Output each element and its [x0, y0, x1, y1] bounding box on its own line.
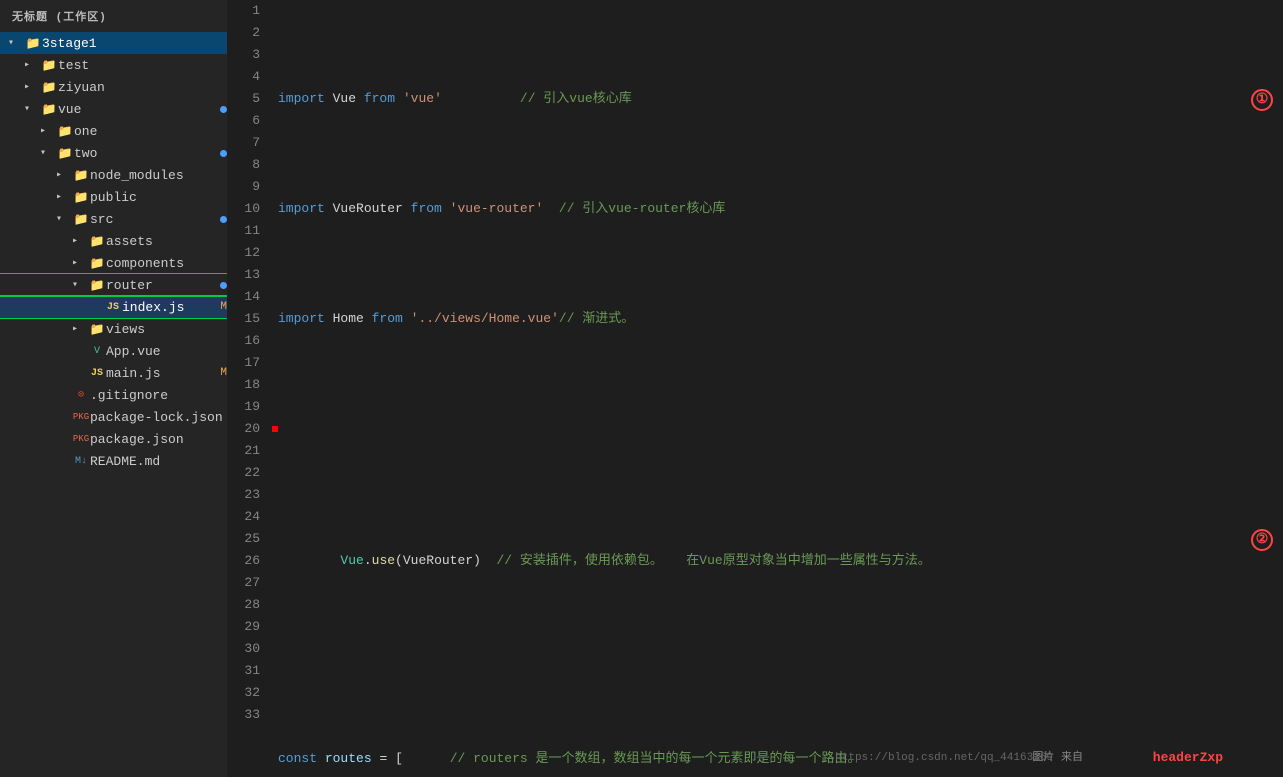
folder-icon-assets: 📁 [88, 234, 106, 249]
label-readme: README.md [90, 454, 227, 469]
label-one: one [74, 124, 227, 139]
label-main-js: main.js [106, 366, 214, 381]
badge-vue [220, 106, 227, 113]
js-icon-main: JS [88, 368, 106, 379]
label-package-lock: package-lock.json [90, 410, 227, 425]
folder-icon-node-modules: 📁 [72, 168, 90, 183]
chevron-ziyuan [24, 81, 40, 93]
chevron-node-modules [56, 169, 72, 181]
label-ziyuan: ziyuan [58, 80, 227, 95]
code-line-6 [278, 638, 1283, 660]
chevron-3stage1 [8, 37, 24, 49]
chevron-one [40, 125, 56, 137]
label-vue: vue [58, 102, 216, 117]
code-line-3: import Home from '../views/Home.vue'// 渐… [278, 308, 1283, 330]
sidebar-item-3stage1[interactable]: 📁 3stage1 [0, 32, 227, 54]
badge-two [220, 150, 227, 157]
pkg-icon-lock: PKG [72, 412, 90, 422]
sidebar-item-gitignore[interactable]: ⊙ .gitignore [0, 384, 227, 406]
chevron-public [56, 191, 72, 203]
label-gitignore: .gitignore [90, 388, 227, 403]
label-app-vue: App.vue [106, 344, 227, 359]
sidebar-item-app-vue[interactable]: V App.vue [0, 340, 227, 362]
code-line-4 [278, 418, 1283, 440]
folder-icon-3stage1: 📁 [24, 36, 42, 51]
sidebar-item-index-js[interactable]: JS index.js M [0, 296, 227, 318]
chevron-router [72, 279, 88, 291]
folder-icon-public: 📁 [72, 190, 90, 205]
sidebar-item-public[interactable]: 📁 public [0, 186, 227, 208]
badge-router [220, 282, 227, 289]
annotation-2: ② [1251, 529, 1273, 551]
label-components: components [106, 256, 227, 271]
code-line-7: const routes = [ // routers 是一个数组，数组当中的每… [278, 748, 1283, 770]
annotation-1: ① [1251, 89, 1273, 111]
sidebar-item-package-json[interactable]: PKG package.json [0, 428, 227, 450]
chevron-views [72, 323, 88, 335]
sidebar-item-test[interactable]: 📁 test [0, 54, 227, 76]
code-line-1: import Vue from 'vue' // 引入vue核心库 ① [278, 88, 1283, 110]
sidebar-item-views[interactable]: 📁 views [0, 318, 227, 340]
editor: 1 2 3 4 5 6 7 8 9 10 11 12 13 14 15 16 1… [228, 0, 1283, 777]
folder-icon-one: 📁 [56, 124, 74, 139]
js-icon-index: JS [104, 302, 122, 313]
folder-icon-components: 📁 [88, 256, 106, 271]
label-index-js: index.js [122, 300, 214, 315]
vue-icon-app: V [88, 346, 106, 357]
sidebar-item-ziyuan[interactable]: 📁 ziyuan [0, 76, 227, 98]
label-assets: assets [106, 234, 227, 249]
sidebar-item-readme[interactable]: M↓ README.md [0, 450, 227, 472]
folder-icon-test: 📁 [40, 58, 58, 73]
label-router: router [106, 278, 216, 293]
label-src: src [90, 212, 216, 227]
folder-icon-views: 📁 [88, 322, 106, 337]
red-marker-4 [272, 426, 278, 432]
label-two: two [74, 146, 216, 161]
chevron-components [72, 257, 88, 269]
sidebar-item-two[interactable]: 📁 two [0, 142, 227, 164]
sidebar-item-src[interactable]: 📁 src [0, 208, 227, 230]
md-icon-readme: M↓ [72, 456, 90, 467]
badge-m-index: M [220, 301, 227, 313]
label-node-modules: node_modules [90, 168, 227, 183]
folder-icon-src: 📁 [72, 212, 90, 227]
chevron-assets [72, 235, 88, 247]
folder-icon-vue: 📁 [40, 102, 58, 117]
sidebar-item-vue[interactable]: 📁 vue [0, 98, 227, 120]
sidebar-item-one[interactable]: 📁 one [0, 120, 227, 142]
header-label: headerZxp [1153, 747, 1223, 769]
code-line-5: Vue.use(VueRouter) // 安装插件，使用依赖包。 在Vue原型… [278, 528, 1283, 550]
sidebar-item-package-lock[interactable]: PKG package-lock.json [0, 406, 227, 428]
folder-icon-two: 📁 [56, 146, 74, 161]
folder-icon-ziyuan: 📁 [40, 80, 58, 95]
chevron-two [40, 147, 56, 159]
sidebar-item-assets[interactable]: 📁 assets [0, 230, 227, 252]
chevron-test [24, 59, 40, 71]
label-3stage1: 3stage1 [42, 36, 227, 51]
label-views: views [106, 322, 227, 337]
sidebar-item-router[interactable]: 📁 router [0, 274, 227, 296]
sidebar-title: 无标题 (工作区) [0, 0, 227, 32]
sidebar: 无标题 (工作区) 📁 3stage1 📁 test 📁 ziyuan 📁 vu… [0, 0, 228, 777]
badge-src [220, 216, 227, 223]
code-line-2: import VueRouter from 'vue-router' // 引入… [278, 198, 1283, 220]
git-icon-gitignore: ⊙ [72, 389, 90, 401]
sidebar-item-main-js[interactable]: JS main.js M [0, 362, 227, 384]
watermark-url: https://blog.csdn.net/qq_44163269 [835, 747, 1053, 769]
label-package-json: package.json [90, 432, 227, 447]
label-test: test [58, 58, 227, 73]
code-container[interactable]: 1 2 3 4 5 6 7 8 9 10 11 12 13 14 15 16 1… [228, 0, 1283, 777]
sidebar-item-components[interactable]: 📁 components [0, 252, 227, 274]
folder-icon-router: 📁 [88, 278, 106, 293]
label-public: public [90, 190, 227, 205]
code-body[interactable]: import Vue from 'vue' // 引入vue核心库 ① impo… [270, 0, 1283, 777]
pkg-icon-json: PKG [72, 434, 90, 444]
chevron-src [56, 213, 72, 225]
sidebar-item-node-modules[interactable]: 📁 node_modules [0, 164, 227, 186]
chevron-vue [24, 103, 40, 115]
badge-m-main: M [220, 367, 227, 379]
line-numbers: 1 2 3 4 5 6 7 8 9 10 11 12 13 14 15 16 1… [228, 0, 270, 777]
